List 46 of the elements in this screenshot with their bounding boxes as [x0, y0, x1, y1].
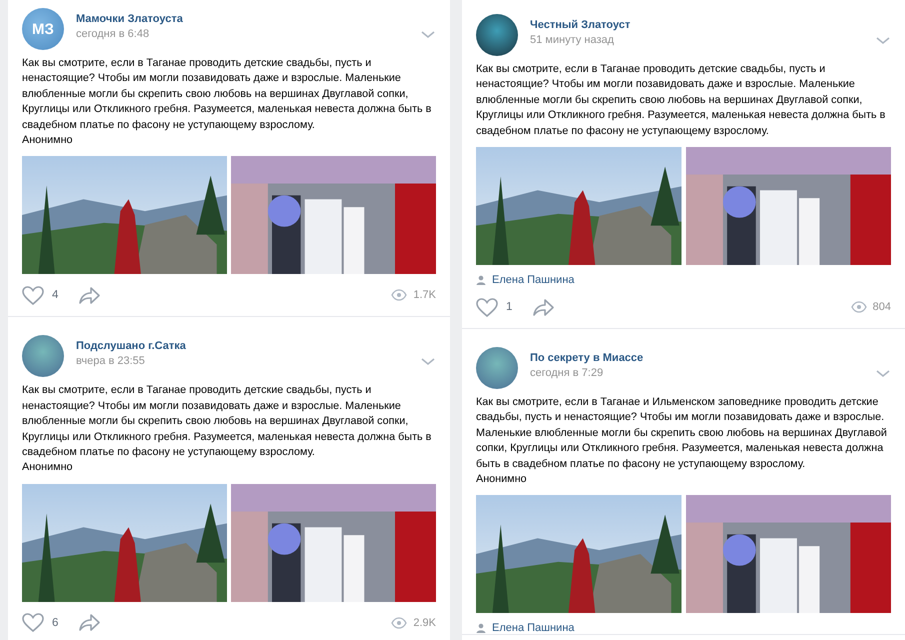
author-name[interactable]: Елена Пашнина — [492, 274, 574, 286]
avatar[interactable] — [476, 347, 518, 390]
chevron-down-icon[interactable] — [875, 368, 891, 378]
chevron-down-icon[interactable] — [420, 30, 436, 38]
chevron-down-icon[interactable] — [875, 36, 891, 44]
post-text: Как вы смотрите, если в Таганае проводить детские свадьбы, пусть и ненастоящие? Чтобы им могли позавидовать даже и взрослые. Маленькие влюбленные могли бы скрепить свою любовь на вершинах Двуглавой сопки, Круглицы или Откликного гребня. Разумеется, маленькая невеста должна быть в свадебном платье по фасону не уступающему взрослому. — [22, 383, 432, 460]
photo-placeholder[interactable] — [686, 147, 891, 266]
photo-placeholder[interactable] — [476, 495, 682, 614]
author-name[interactable]: Елена Пашнина — [492, 622, 574, 634]
share-icon[interactable] — [78, 613, 102, 632]
photo-placeholder[interactable] — [231, 156, 436, 274]
share-icon[interactable] — [78, 286, 102, 305]
like-count: 4 — [52, 289, 58, 302]
heart-icon[interactable] — [22, 286, 44, 305]
post-text: Как вы смотрите, если в Таганае проводить детские свадьбы, пусть и ненастоящие? Чтобы им могли позавидовать даже и взрослые. Маленькие влюбленные могли бы скрепить свою любовь на вершинах Двуглавой сопки, Круглицы или Откликного гребня. Разумеется, маленькая невеста должна быть в свадебном платье по фасону не уступающему взрослому. — [22, 56, 432, 133]
heart-icon[interactable] — [22, 613, 44, 632]
eye-icon — [391, 616, 408, 629]
share-icon[interactable] — [532, 298, 556, 317]
eye-icon — [391, 289, 408, 302]
view-count: 804 — [872, 301, 891, 314]
avatar-text: МЗ — [32, 20, 54, 38]
person-icon — [476, 623, 486, 634]
view-count: 1.7K — [413, 289, 436, 302]
photo-placeholder[interactable] — [231, 484, 436, 602]
view-count: 2.9K — [413, 616, 436, 629]
chevron-down-icon[interactable] — [420, 356, 436, 366]
community-name[interactable]: Подслушано г.Сатка — [76, 340, 408, 352]
community-name[interactable]: Честный Златоуст — [530, 18, 863, 30]
eye-icon — [850, 301, 867, 314]
heart-icon[interactable] — [476, 298, 498, 317]
like-count: 1 — [506, 301, 512, 314]
community-name[interactable]: Мамочки Златоуста — [76, 12, 408, 24]
post-signature: Анонимно — [476, 472, 528, 488]
post-signature: Анонимно — [22, 460, 74, 476]
person-icon — [476, 275, 486, 286]
photo-placeholder[interactable] — [686, 495, 891, 614]
photo-placeholder[interactable] — [22, 484, 227, 602]
like-count: 6 — [52, 616, 58, 629]
photo-placeholder[interactable] — [22, 156, 227, 274]
post-text: Как вы смотрите, если в Таганае проводить детские свадьбы, пусть и ненастоящие? Чтобы им могли позавидовать даже и взрослые. Маленькие влюбленные могли бы скрепить свою любовь на вершинах Двуглавой сопки, Круглицы или Откликного гребня. Разумеется, маленькая невеста должна быть в свадебном платье по фасону не уступающему взрослому. — [476, 62, 886, 139]
avatar[interactable] — [22, 335, 64, 378]
photo-placeholder[interactable] — [476, 147, 682, 266]
post-text: Как вы смотрите, если в Таганае и Ильменском заповеднике проводить детские свадьбы, пусть и ненастоящие? Чтобы им могли позавидовать даже и взрослые. Маленькие влюбленные могли бы скрепить свою любовь на вершинах Двуглавой сопки, Круглицы или Откликного гребня. Разумеется, маленькая невеста должна быть в свадебном платье по фасону не уступающему взрослому. — [476, 395, 888, 472]
post-signature: Анонимно — [22, 133, 74, 148]
community-name[interactable]: По секрету в Миассе — [530, 352, 863, 364]
avatar[interactable] — [476, 14, 518, 56]
